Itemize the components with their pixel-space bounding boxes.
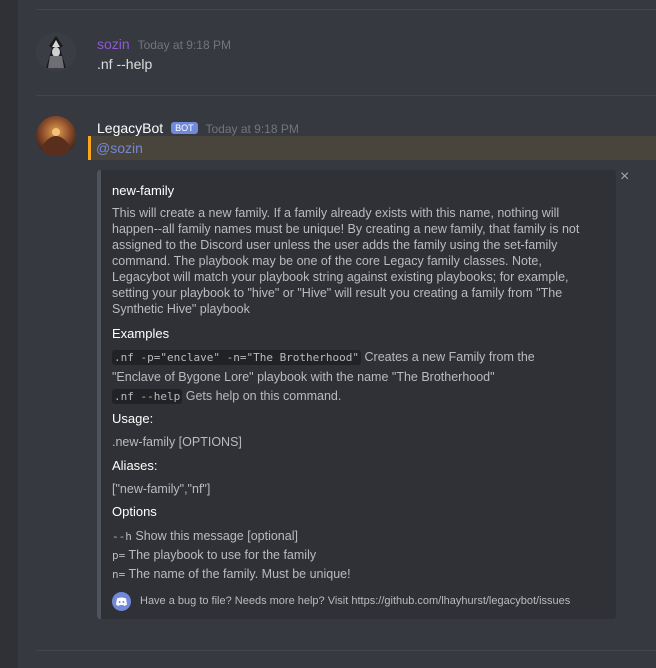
user-mention[interactable]: @sozin [96,140,143,156]
option-flag: p= [112,549,126,562]
examples-label: Examples [112,326,170,341]
aliases-value: ["new-family","nf"] [112,482,211,496]
bot-avatar[interactable] [36,116,76,156]
bot-badge: BOT [171,122,198,134]
example-text-cont: "Enclave of Bygone Lore" playbook with t… [112,370,495,384]
example-line: .nf --help Gets help on this command. [112,388,341,405]
example-code: .nf -p="enclave" -n="The Brotherhood" [112,350,362,365]
message-divider [36,650,656,651]
option-flag: n= [112,568,126,581]
message-content: .nf --help [97,56,153,72]
option-text: The playbook to use for the family [128,548,317,562]
usage-value: .new-family [OPTIONS] [112,435,242,449]
aliases-label: Aliases: [112,458,158,473]
description-line: This will create a new family. If a fami… [112,206,560,220]
timestamp: Today at 9:18 PM [205,122,299,136]
channel-sidebar-edge [0,0,18,668]
close-icon[interactable]: × [620,168,629,186]
option-text: The name of the family. Must be unique! [128,567,351,581]
embed-title: new-family [112,183,175,198]
options-label: Options [112,504,157,519]
description-line: Synthetic Hive" playbook [112,302,250,316]
description-line: assigned to the Discord user unless the … [112,238,558,252]
description-line: happen--all family names must be unique!… [112,222,580,236]
example-text: Gets help on this command. [185,389,342,403]
usage-label: Usage: [112,411,154,426]
timestamp: Today at 9:18 PM [137,38,231,52]
message-header: LegacyBot BOT Today at 9:18 PM [97,120,299,136]
message-divider [36,95,656,96]
message-divider [36,9,656,10]
description-line: Legacybot will match your playbook strin… [112,270,569,284]
option-line: p= The playbook to use for the family [112,547,316,564]
discord-icon [112,592,131,611]
user-avatar[interactable] [36,32,76,72]
example-text: Creates a new Family from the [364,350,535,364]
mention-highlight [88,136,656,160]
message-header: sozin Today at 9:18 PM [97,36,231,52]
username[interactable]: LegacyBot [97,120,163,136]
option-line: --h Show this message [optional] [112,528,298,545]
username[interactable]: sozin [97,36,130,52]
option-flag: --h [112,530,132,543]
option-line: n= The name of the family. Must be uniqu… [112,566,351,583]
option-text: Show this message [optional] [135,529,298,543]
description-line: setting your playbook to "hive" or "Hive… [112,286,563,300]
embed-description: This will create a new family. If a fami… [112,205,579,317]
embed-footer: Have a bug to file? Needs more help? Vis… [140,595,571,607]
description-line: command. The playbook may be one of the … [112,254,542,268]
example-line: .nf -p="enclave" -n="The Brotherhood" Cr… [112,349,535,366]
example-code: .nf --help [112,389,183,404]
